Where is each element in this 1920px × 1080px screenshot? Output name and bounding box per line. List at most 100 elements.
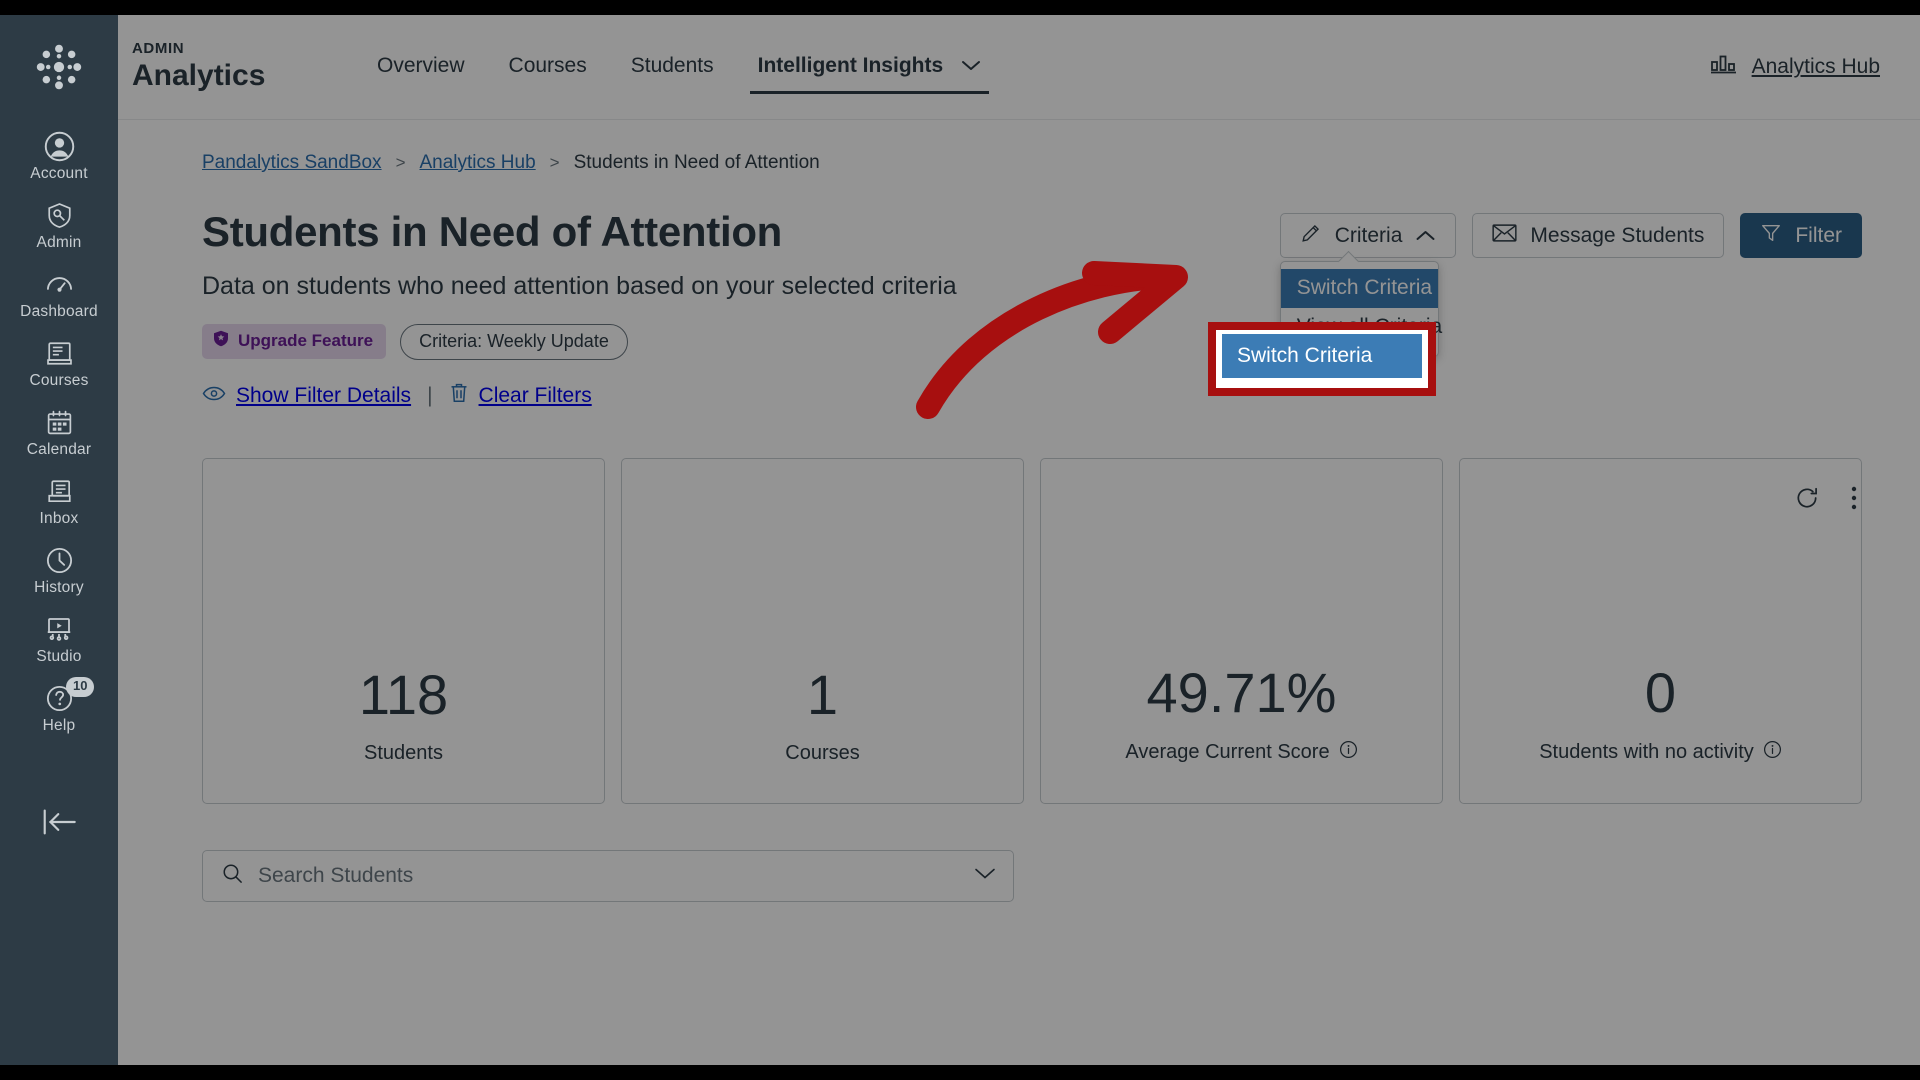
sidebar-item-admin[interactable]: Admin bbox=[0, 192, 118, 261]
sidebar-item-label: Help bbox=[42, 717, 76, 735]
sidebar-item-label: History bbox=[34, 579, 84, 597]
message-students-label: Message Students bbox=[1530, 223, 1705, 247]
chevron-down-icon bbox=[961, 54, 981, 78]
stat-caption-label: Students bbox=[364, 741, 443, 764]
main-content: Pandalytics SandBox > Analytics Hub > St… bbox=[118, 120, 1920, 1065]
criteria-button[interactable]: Criteria bbox=[1279, 213, 1457, 258]
analytics-top-nav: Overview Courses Students Intelligent In… bbox=[355, 44, 1003, 95]
brand-kicker: ADMIN bbox=[132, 39, 185, 57]
clear-filters-label: Clear Filters bbox=[478, 383, 592, 407]
pencil-icon bbox=[1300, 222, 1322, 250]
search-row bbox=[202, 849, 1862, 902]
stat-caption: Students with no activity bbox=[1539, 740, 1782, 765]
sidebar-item-calendar[interactable]: Calendar bbox=[0, 399, 118, 468]
sidebar-item-label: Admin bbox=[36, 234, 82, 252]
stat-card-courses: 1 Courses bbox=[621, 457, 1024, 804]
stat-card-students: 118 Students bbox=[202, 457, 605, 804]
stat-value: 0 bbox=[1644, 660, 1677, 724]
menu-item-switch-criteria-highlighted[interactable]: Switch Criteria bbox=[1222, 334, 1422, 378]
stat-card-average-current-score: 49.71% Average Current Score bbox=[1040, 457, 1443, 804]
stat-value: 49.71% bbox=[1146, 660, 1337, 724]
sidebar-item-label: Calendar bbox=[26, 441, 92, 459]
kebab-menu-icon[interactable] bbox=[1850, 485, 1858, 516]
eye-icon bbox=[202, 384, 226, 408]
chevron-down-icon[interactable] bbox=[973, 866, 997, 886]
shield-star-icon bbox=[213, 330, 229, 352]
calendar-icon bbox=[45, 405, 74, 439]
analytics-hub-link[interactable]: Analytics Hub bbox=[1710, 52, 1880, 82]
canvas-logo[interactable] bbox=[29, 37, 89, 97]
trash-icon bbox=[449, 382, 469, 410]
sidebar-item-courses[interactable]: Courses bbox=[0, 330, 118, 399]
tab-courses[interactable]: Courses bbox=[487, 44, 609, 90]
sidebar-item-label: Account bbox=[30, 165, 88, 182]
sidebar-item-label: Studio bbox=[36, 648, 82, 666]
search-icon bbox=[221, 862, 244, 890]
menu-item-switch-criteria[interactable]: Switch Criteria bbox=[1280, 269, 1438, 308]
sidebar-item-label: Courses bbox=[29, 372, 89, 390]
envelope-icon bbox=[1492, 223, 1517, 249]
sidebar-item-inbox[interactable]: Inbox bbox=[0, 468, 118, 537]
filter-button-label: Filter bbox=[1795, 223, 1842, 247]
filter-links: Show Filter Details | Clear Filters bbox=[202, 382, 957, 410]
sidebar-item-dashboard[interactable]: Dashboard bbox=[0, 261, 118, 330]
info-icon[interactable] bbox=[1339, 740, 1358, 765]
stat-caption: Average Current Score bbox=[1125, 740, 1357, 765]
analytics-app-header: ADMIN Analytics Overview Courses Student… bbox=[118, 15, 1920, 120]
sidebar-item-help[interactable]: 10 Help bbox=[0, 675, 118, 744]
show-filter-details-link[interactable]: Show Filter Details bbox=[202, 384, 411, 408]
breadcrumb: Pandalytics SandBox > Analytics Hub > St… bbox=[202, 152, 1862, 174]
upgrade-feature-label: Upgrade Feature bbox=[238, 331, 374, 351]
search-students-box[interactable] bbox=[202, 849, 1014, 902]
tab-intelligent-insights[interactable]: Intelligent Insights bbox=[736, 44, 1003, 95]
sidebar-item-history[interactable]: History bbox=[0, 537, 118, 606]
stat-caption-label: Courses bbox=[785, 741, 860, 764]
breadcrumb-item-analytics-hub[interactable]: Analytics Hub bbox=[420, 152, 536, 174]
admin-shield-icon bbox=[45, 198, 74, 232]
table-toolbar bbox=[1794, 485, 1858, 516]
breadcrumb-separator-icon: > bbox=[395, 153, 406, 172]
info-icon[interactable] bbox=[1763, 740, 1782, 765]
page-title: Students in Need of Attention bbox=[202, 208, 783, 255]
stat-value: 118 bbox=[358, 662, 449, 726]
breadcrumb-separator-icon: > bbox=[549, 153, 560, 172]
tab-label: Intelligent Insights bbox=[757, 53, 944, 77]
sidebar-item-account[interactable]: Account bbox=[0, 123, 118, 192]
page-badges: Upgrade Feature Criteria: Weekly Update bbox=[202, 323, 957, 360]
show-filter-details-label: Show Filter Details bbox=[236, 383, 412, 407]
criteria-button-label: Criteria bbox=[1334, 223, 1403, 247]
funnel-icon bbox=[1760, 222, 1782, 250]
tab-students[interactable]: Students bbox=[609, 44, 736, 90]
link-divider: | bbox=[427, 383, 433, 407]
message-students-button[interactable]: Message Students bbox=[1472, 213, 1725, 258]
criteria-dropdown: Criteria Switch Criteria View all Criter… bbox=[1279, 213, 1457, 357]
upgrade-feature-badge: Upgrade Feature bbox=[202, 324, 387, 360]
inbox-tray-icon bbox=[45, 474, 74, 508]
courses-book-icon bbox=[45, 336, 74, 370]
page-subtitle: Data on students who need attention base… bbox=[202, 271, 957, 300]
studio-screen-icon bbox=[44, 612, 74, 646]
help-badge: 10 bbox=[66, 677, 95, 697]
brand-block: ADMIN Analytics bbox=[132, 41, 307, 93]
app-window: Account Admin Dashboard Courses Calendar… bbox=[0, 15, 1920, 1065]
search-input[interactable] bbox=[258, 863, 959, 888]
sidebar-item-studio[interactable]: Studio bbox=[0, 606, 118, 675]
dashboard-gauge-icon bbox=[44, 267, 75, 301]
account-icon bbox=[43, 129, 76, 163]
chevron-up-icon bbox=[1415, 224, 1436, 248]
refresh-icon[interactable] bbox=[1794, 485, 1820, 516]
bar-chart-icon bbox=[1710, 52, 1738, 82]
global-navigation-sidebar: Account Admin Dashboard Courses Calendar… bbox=[0, 15, 118, 1065]
breadcrumb-item-current: Students in Need of Attention bbox=[573, 152, 820, 173]
stat-caption: Courses bbox=[785, 742, 859, 765]
filter-button[interactable]: Filter bbox=[1740, 213, 1862, 258]
tab-label: Overview bbox=[377, 53, 465, 77]
stat-card-row: 118 Students 1 Courses 49.71% Average Cu… bbox=[202, 457, 1862, 804]
tab-label: Courses bbox=[508, 53, 587, 77]
breadcrumb-item-account[interactable]: Pandalytics SandBox bbox=[202, 152, 382, 174]
collapse-arrow-icon[interactable] bbox=[39, 804, 79, 845]
brand-product: Analytics bbox=[132, 58, 266, 92]
tab-label: Students bbox=[630, 53, 714, 77]
tab-overview[interactable]: Overview bbox=[355, 44, 487, 90]
clear-filters-link[interactable]: Clear Filters bbox=[449, 382, 592, 410]
